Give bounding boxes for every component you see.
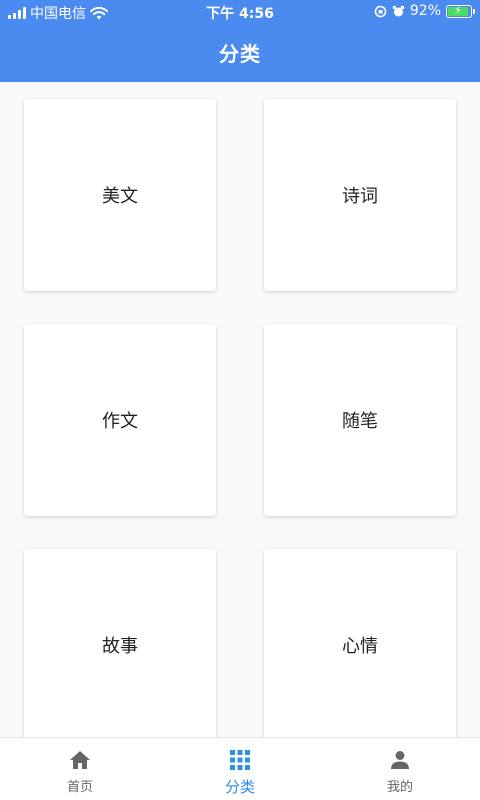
status-bar: 中国电信 下午 4:56 92% ⚡: [0, 0, 480, 24]
battery-icon: ⚡: [446, 4, 475, 18]
category-card[interactable]: 作文: [24, 324, 216, 516]
home-icon: [70, 751, 90, 769]
category-card[interactable]: 心情: [264, 549, 456, 737]
category-card[interactable]: 随笔: [264, 324, 456, 516]
tab-category[interactable]: 分类: [160, 738, 320, 800]
tab-label-mine: 我的: [386, 780, 413, 795]
tab-mine[interactable]: 我的: [320, 738, 480, 800]
tab-bar: 首页 分类 我的: [0, 737, 480, 800]
app: 中国电信 下午 4:56 92% ⚡ 分类 美文 诗词 作文 随笔 故事 心情 …: [0, 0, 480, 800]
category-card[interactable]: 故事: [24, 549, 216, 737]
battery-percent: 92%: [409, 3, 441, 19]
category-card[interactable]: 诗词: [264, 99, 456, 291]
category-label: 心情: [342, 636, 378, 657]
tab-label-category: 分类: [224, 778, 255, 796]
category-label: 故事: [102, 636, 138, 657]
category-label: 美文: [102, 186, 138, 207]
tab-label-home: 首页: [66, 780, 93, 795]
header: 中国电信 下午 4:56 92% ⚡ 分类: [0, 0, 480, 82]
category-label: 随笔: [342, 411, 378, 432]
category-grid: 美文 诗词 作文 随笔 故事 心情: [0, 82, 480, 737]
status-right: 92% ⚡: [374, 3, 475, 19]
category-card[interactable]: 美文: [24, 99, 216, 291]
page-title: 分类: [219, 42, 261, 66]
category-label: 诗词: [342, 186, 378, 207]
alarm-icon: [392, 5, 405, 16]
grid-icon: [230, 750, 250, 770]
rotation-lock-icon: [374, 5, 387, 17]
tab-home[interactable]: 首页: [0, 738, 160, 800]
person-icon: [391, 751, 409, 769]
category-label: 作文: [102, 411, 138, 432]
